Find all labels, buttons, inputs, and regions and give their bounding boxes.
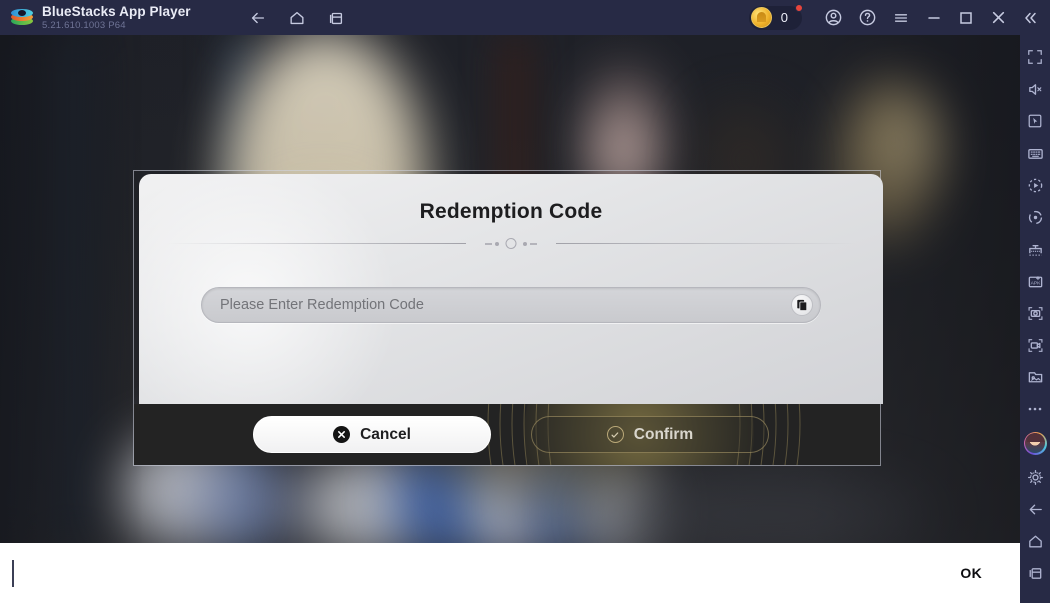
check-circle-icon: [606, 426, 624, 443]
keyboard-icon[interactable]: [1020, 137, 1050, 169]
record-video-icon[interactable]: [1020, 329, 1050, 361]
more-icon[interactable]: [1020, 393, 1050, 425]
coin-counter[interactable]: 0: [748, 3, 803, 30]
screenshot-icon[interactable]: [1020, 297, 1050, 329]
cancel-button-label: Cancel: [360, 425, 411, 443]
paste-icon[interactable]: [791, 294, 813, 316]
dialog-title: Redemption Code: [419, 200, 603, 223]
redemption-code-input[interactable]: [201, 287, 821, 323]
minimize-icon[interactable]: [918, 0, 950, 35]
text-caret: [12, 559, 14, 587]
sync-icon[interactable]: [1020, 201, 1050, 233]
titlebar-actions: 0: [748, 0, 1050, 35]
cursor-icon[interactable]: [1020, 105, 1050, 137]
cancel-button[interactable]: Cancel: [253, 416, 491, 453]
redemption-dialog: Redemption Code: [139, 174, 883, 404]
avatar[interactable]: [1020, 425, 1050, 461]
account-icon[interactable]: [816, 0, 850, 35]
coin-count: 0: [780, 10, 788, 25]
title-divider: [166, 237, 856, 249]
menu-icon[interactable]: [884, 0, 918, 35]
media-manager-icon[interactable]: [1020, 361, 1050, 393]
app-version: 5.21.610.1003 P64: [42, 20, 126, 31]
close-circle-icon: [333, 426, 351, 443]
multiwindow-icon[interactable]: [321, 5, 351, 31]
nav-icon-group: [243, 5, 351, 31]
app-name: BlueStacks App Player: [42, 3, 191, 19]
bluestacks-window: Redemption Code Please Enter Redemption …: [0, 0, 1050, 603]
title-bar: BlueStacks App Player 5.21.610.1003 P64: [0, 0, 1050, 35]
install-apk-icon[interactable]: APK: [1020, 265, 1050, 297]
notification-dot: [795, 3, 803, 12]
right-sidebar: APK: [1020, 35, 1050, 603]
confirm-button-label: Confirm: [633, 425, 694, 443]
back-icon[interactable]: [1020, 493, 1050, 525]
confirm-button[interactable]: Confirm: [531, 416, 769, 453]
dialog-footer: Cancel Confirm: [134, 404, 880, 465]
close-icon[interactable]: [982, 0, 1014, 35]
macro-icon[interactable]: [1020, 169, 1050, 201]
maximize-icon[interactable]: [950, 0, 982, 35]
help-icon[interactable]: [850, 0, 884, 35]
home-icon[interactable]: [1020, 525, 1050, 557]
mute-icon[interactable]: [1020, 73, 1050, 105]
gear-icon[interactable]: [1020, 461, 1050, 493]
multi-instance-icon[interactable]: [1020, 233, 1050, 265]
back-icon[interactable]: [243, 5, 273, 31]
ok-button[interactable]: OK: [960, 565, 982, 581]
collapse-icon[interactable]: [1014, 0, 1046, 35]
bluestacks-logo: [11, 7, 33, 29]
fullscreen-icon[interactable]: [1020, 41, 1050, 73]
coin-icon: [750, 7, 772, 28]
ime-input-bar[interactable]: OK: [0, 543, 1020, 603]
recents-icon[interactable]: [1020, 557, 1050, 589]
home-icon[interactable]: [282, 5, 312, 31]
redemption-input-wrap: [201, 287, 821, 323]
svg-text:APK: APK: [1030, 280, 1041, 286]
app-title-block: BlueStacks App Player 5.21.610.1003 P64: [42, 3, 191, 31]
